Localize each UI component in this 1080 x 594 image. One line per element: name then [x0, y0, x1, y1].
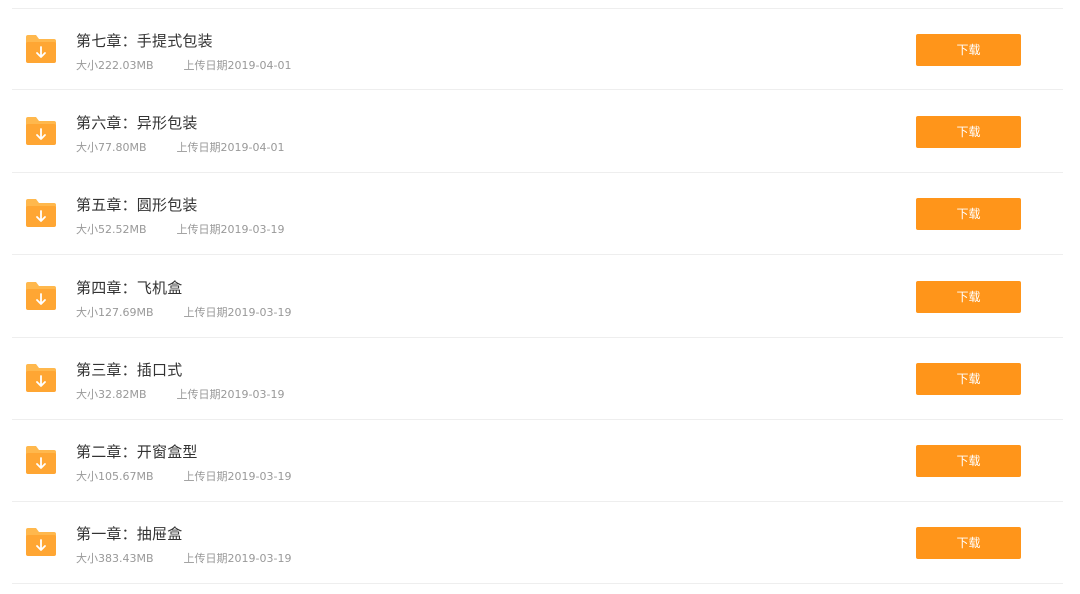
upload-date: 上传日期2019-03-19 — [183, 306, 292, 319]
download-button[interactable]: 下载 — [916, 34, 1021, 66]
folder-download-icon — [24, 197, 58, 229]
upload-date: 上传日期2019-03-19 — [183, 470, 292, 483]
file-title: 第五章：圆形包装 — [76, 196, 198, 214]
file-meta: 大小383.43MB 上传日期2019-03-19 — [76, 550, 291, 566]
file-meta: 大小127.69MB 上传日期2019-03-19 — [76, 304, 291, 320]
folder-download-icon — [24, 115, 58, 147]
upload-date: 上传日期2019-03-19 — [176, 223, 285, 236]
list-item: 第五章：圆形包装 大小52.52MB 上传日期2019-03-19 下载 — [12, 173, 1063, 255]
file-size: 大小105.67MB — [76, 470, 154, 483]
list-item: 第二章：开窗盒型 大小105.67MB 上传日期2019-03-19 下载 — [12, 420, 1063, 502]
file-title: 第七章：手提式包装 — [76, 32, 213, 50]
upload-date: 上传日期2019-04-01 — [176, 141, 285, 154]
file-size: 大小77.80MB — [76, 141, 147, 154]
list-item: 第一章：抽屉盒 大小383.43MB 上传日期2019-03-19 下载 — [12, 502, 1063, 584]
download-button[interactable]: 下载 — [916, 527, 1021, 559]
file-size: 大小127.69MB — [76, 306, 154, 319]
folder-download-icon — [24, 33, 58, 65]
file-size: 大小52.52MB — [76, 223, 147, 236]
folder-download-icon — [24, 362, 58, 394]
folder-download-icon — [24, 280, 58, 312]
file-list: 第七章：手提式包装 大小222.03MB 上传日期2019-04-01 下载 第六… — [0, 0, 1080, 594]
download-button[interactable]: 下载 — [916, 445, 1021, 477]
file-title: 第一章：抽屉盒 — [76, 525, 183, 543]
list-item: 第三章：插口式 大小32.82MB 上传日期2019-03-19 下载 — [12, 338, 1063, 420]
upload-date: 上传日期2019-04-01 — [183, 59, 292, 72]
folder-download-icon — [24, 444, 58, 476]
file-meta: 大小77.80MB 上传日期2019-04-01 — [76, 139, 284, 155]
file-meta: 大小222.03MB 上传日期2019-04-01 — [76, 57, 291, 73]
file-title: 第四章：飞机盒 — [76, 279, 183, 297]
file-title: 第二章：开窗盒型 — [76, 443, 198, 461]
file-size: 大小383.43MB — [76, 552, 154, 565]
file-size: 大小222.03MB — [76, 59, 154, 72]
download-button[interactable]: 下载 — [916, 116, 1021, 148]
list-item: 第七章：手提式包装 大小222.03MB 上传日期2019-04-01 下载 — [12, 8, 1063, 90]
file-meta: 大小32.82MB 上传日期2019-03-19 — [76, 386, 284, 402]
list-item: 第四章：飞机盒 大小127.69MB 上传日期2019-03-19 下载 — [12, 256, 1063, 338]
file-meta: 大小105.67MB 上传日期2019-03-19 — [76, 468, 291, 484]
file-meta: 大小52.52MB 上传日期2019-03-19 — [76, 221, 284, 237]
download-button[interactable]: 下载 — [916, 363, 1021, 395]
file-size: 大小32.82MB — [76, 388, 147, 401]
download-button[interactable]: 下载 — [916, 198, 1021, 230]
download-button[interactable]: 下载 — [916, 281, 1021, 313]
file-title: 第三章：插口式 — [76, 361, 183, 379]
folder-download-icon — [24, 526, 58, 558]
file-title: 第六章：异形包装 — [76, 114, 198, 132]
list-item: 第六章：异形包装 大小77.80MB 上传日期2019-04-01 下载 — [12, 91, 1063, 173]
upload-date: 上传日期2019-03-19 — [176, 388, 285, 401]
upload-date: 上传日期2019-03-19 — [183, 552, 292, 565]
